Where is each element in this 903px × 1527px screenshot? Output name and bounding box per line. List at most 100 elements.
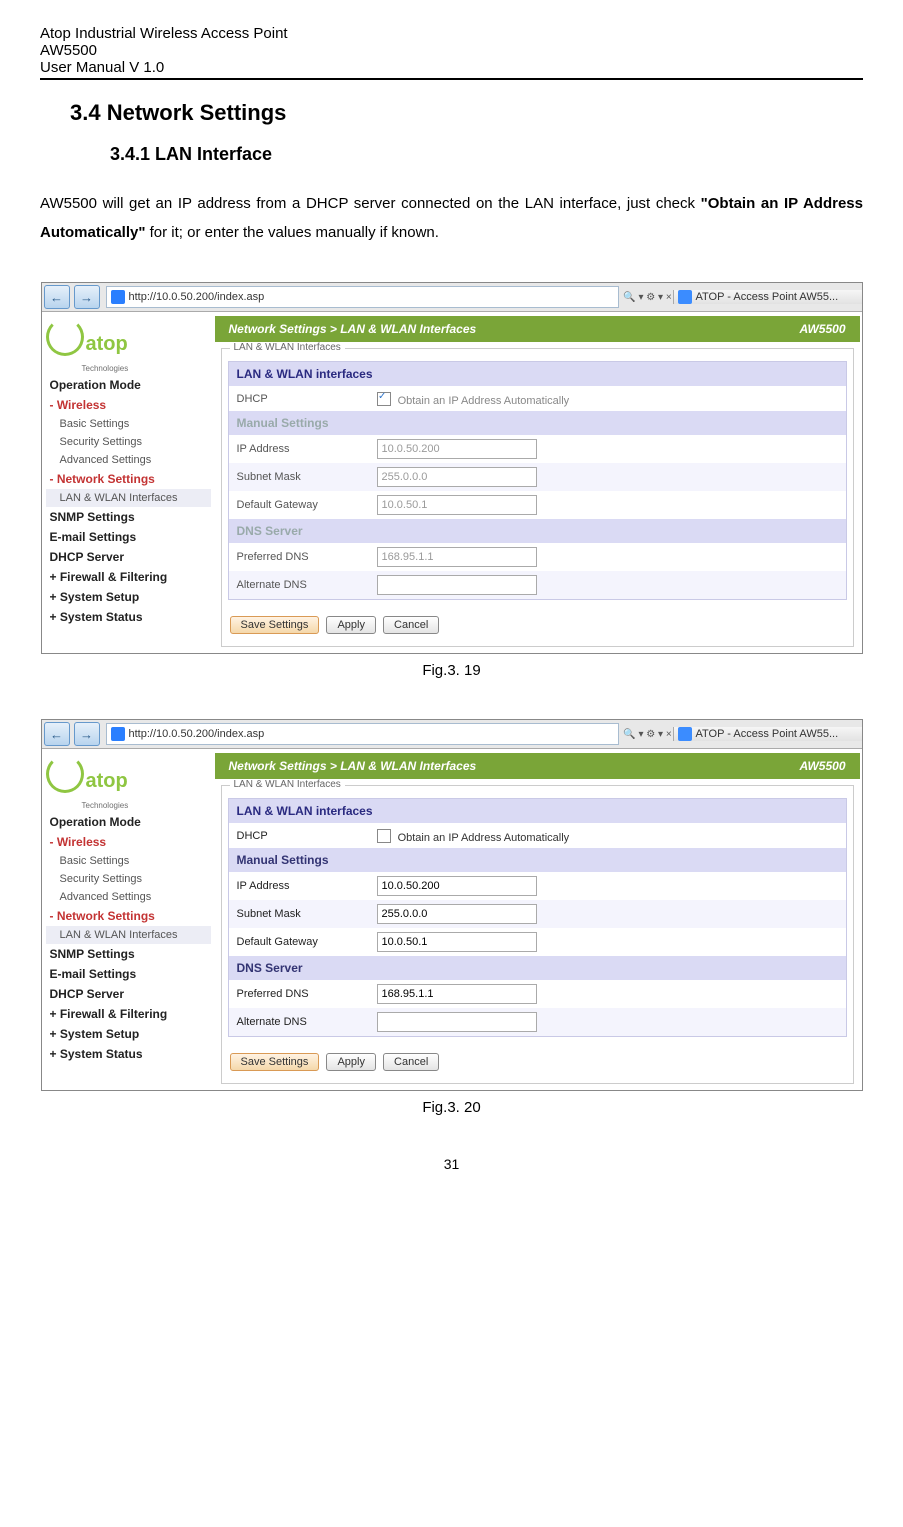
dhcp-checkbox[interactable] [377, 392, 391, 406]
save-settings-button[interactable]: Save Settings [230, 616, 320, 634]
adns-input[interactable] [377, 1012, 537, 1032]
ie-icon [111, 727, 125, 741]
nav-system-status[interactable]: + System Status [46, 607, 211, 627]
logo-swirl-icon [46, 755, 84, 793]
apply-button[interactable]: Apply [326, 616, 376, 634]
browser-addressbar: ← → http://10.0.50.200/index.asp 🔍 ▾ ⚙ ▾… [42, 720, 862, 749]
nav-security-settings[interactable]: Security Settings [46, 870, 211, 888]
nav-basic-settings[interactable]: Basic Settings [46, 852, 211, 870]
section-manual-header: Manual Settings [229, 411, 846, 435]
back-button[interactable]: ← [44, 722, 70, 746]
logo: atop [46, 318, 211, 356]
tab-title: ATOP - Access Point AW55... [696, 728, 839, 740]
nav-wireless[interactable]: - Wireless [46, 395, 211, 415]
browser-tab[interactable]: ATOP - Access Point AW55... [673, 727, 862, 741]
nav-system-status[interactable]: + System Status [46, 1044, 211, 1064]
nav-operation-mode[interactable]: Operation Mode [46, 375, 211, 395]
adns-label: Alternate DNS [237, 1016, 377, 1028]
dhcp-checkbox-text: Obtain an IP Address Automatically [398, 832, 570, 844]
nav-firewall[interactable]: + Firewall & Filtering [46, 1004, 211, 1024]
back-button[interactable]: ← [44, 285, 70, 309]
search-tools-icon[interactable]: 🔍 ▾ ⚙ ▾ × [623, 292, 673, 303]
figure-3-19-screenshot: ← → http://10.0.50.200/index.asp 🔍 ▾ ⚙ ▾… [41, 282, 863, 654]
section-lan-wlan-header: LAN & WLAN interfaces [229, 362, 846, 386]
subnet-input[interactable] [377, 467, 537, 487]
nav-security-settings[interactable]: Security Settings [46, 433, 211, 451]
nav-firewall[interactable]: + Firewall & Filtering [46, 567, 211, 587]
logo-text: atop [86, 333, 128, 356]
lan-wlan-fieldset: LAN & WLAN Interfaces LAN & WLAN interfa… [221, 785, 854, 1084]
model-label: AW5500 [799, 322, 845, 336]
button-row: Save Settings Apply Cancel [222, 1045, 853, 1083]
url-field[interactable]: http://10.0.50.200/index.asp [106, 286, 619, 308]
nav-snmp[interactable]: SNMP Settings [46, 507, 211, 527]
gw-input[interactable] [377, 495, 537, 515]
fieldset-legend: LAN & WLAN Interfaces [230, 779, 345, 790]
dhcp-label: DHCP [237, 830, 377, 842]
logo-subtext: Technologies [82, 364, 247, 373]
nav-snmp[interactable]: SNMP Settings [46, 944, 211, 964]
logo-swirl-icon [46, 318, 84, 356]
apply-button[interactable]: Apply [326, 1053, 376, 1071]
search-tools-icon[interactable]: 🔍 ▾ ⚙ ▾ × [623, 729, 673, 740]
para-part3: for it; or enter the values manually if … [145, 224, 438, 241]
nav-system-setup[interactable]: + System Setup [46, 1024, 211, 1044]
nav-dhcp[interactable]: DHCP Server [46, 984, 211, 1004]
nav-operation-mode[interactable]: Operation Mode [46, 812, 211, 832]
pdns-label: Preferred DNS [237, 551, 377, 563]
nav-wireless[interactable]: - Wireless [46, 832, 211, 852]
adns-input[interactable] [377, 575, 537, 595]
nav-advanced-settings[interactable]: Advanced Settings [46, 451, 211, 469]
gw-input[interactable] [377, 932, 537, 952]
section-dns-header: DNS Server [229, 519, 846, 543]
subnet-input[interactable] [377, 904, 537, 924]
page-icon [678, 290, 692, 304]
nav-lan-wlan[interactable]: LAN & WLAN Interfaces [46, 489, 211, 507]
para-part1: AW5500 will get an IP address from a DHC… [40, 195, 701, 212]
url-field[interactable]: http://10.0.50.200/index.asp [106, 723, 619, 745]
forward-button[interactable]: → [74, 285, 100, 309]
button-row: Save Settings Apply Cancel [222, 608, 853, 646]
breadcrumb-text: Network Settings > LAN & WLAN Interfaces [229, 759, 477, 773]
nav-basic-settings[interactable]: Basic Settings [46, 415, 211, 433]
subnet-label: Subnet Mask [237, 908, 377, 920]
tab-title: ATOP - Access Point AW55... [696, 291, 839, 303]
browser-addressbar: ← → http://10.0.50.200/index.asp 🔍 ▾ ⚙ ▾… [42, 283, 862, 312]
nav-email[interactable]: E-mail Settings [46, 964, 211, 984]
nav-dhcp[interactable]: DHCP Server [46, 547, 211, 567]
nav-network-settings[interactable]: - Network Settings [46, 469, 211, 489]
forward-button[interactable]: → [74, 722, 100, 746]
section-lan-wlan-header: LAN & WLAN interfaces [229, 799, 846, 823]
doc-header-line2: AW5500 [40, 42, 863, 59]
section-dns-header: DNS Server [229, 956, 846, 980]
nav-advanced-settings[interactable]: Advanced Settings [46, 888, 211, 906]
nav-email[interactable]: E-mail Settings [46, 527, 211, 547]
save-settings-button[interactable]: Save Settings [230, 1053, 320, 1071]
ip-input[interactable] [377, 876, 537, 896]
nav-lan-wlan[interactable]: LAN & WLAN Interfaces [46, 926, 211, 944]
nav-network-settings[interactable]: - Network Settings [46, 906, 211, 926]
subsection-heading: 3.4.1 LAN Interface [110, 144, 863, 165]
sidebar-nav: atop Technologies Operation Mode - Wirel… [42, 312, 215, 653]
ip-label: IP Address [237, 443, 377, 455]
nav-system-setup[interactable]: + System Setup [46, 587, 211, 607]
cancel-button[interactable]: Cancel [383, 616, 439, 634]
dhcp-label: DHCP [237, 393, 377, 405]
pdns-input[interactable] [377, 547, 537, 567]
doc-header-line3: User Manual V 1.0 [40, 59, 863, 76]
doc-header-line1: Atop Industrial Wireless Access Point [40, 25, 863, 42]
url-text: http://10.0.50.200/index.asp [129, 728, 265, 740]
dhcp-checkbox[interactable] [377, 829, 391, 843]
cancel-button[interactable]: Cancel [383, 1053, 439, 1071]
ie-icon [111, 290, 125, 304]
figure-3-20-caption: Fig.3. 20 [40, 1099, 863, 1116]
figure-3-20-screenshot: ← → http://10.0.50.200/index.asp 🔍 ▾ ⚙ ▾… [41, 719, 863, 1091]
ip-input[interactable] [377, 439, 537, 459]
content-pane: Network Settings > LAN & WLAN Interfaces… [215, 749, 862, 1090]
section-manual-header: Manual Settings [229, 848, 846, 872]
pdns-label: Preferred DNS [237, 988, 377, 1000]
pdns-input[interactable] [377, 984, 537, 1004]
document-header: Atop Industrial Wireless Access Point AW… [40, 25, 863, 80]
browser-tab[interactable]: ATOP - Access Point AW55... [673, 290, 862, 304]
page-number: 31 [40, 1156, 863, 1172]
